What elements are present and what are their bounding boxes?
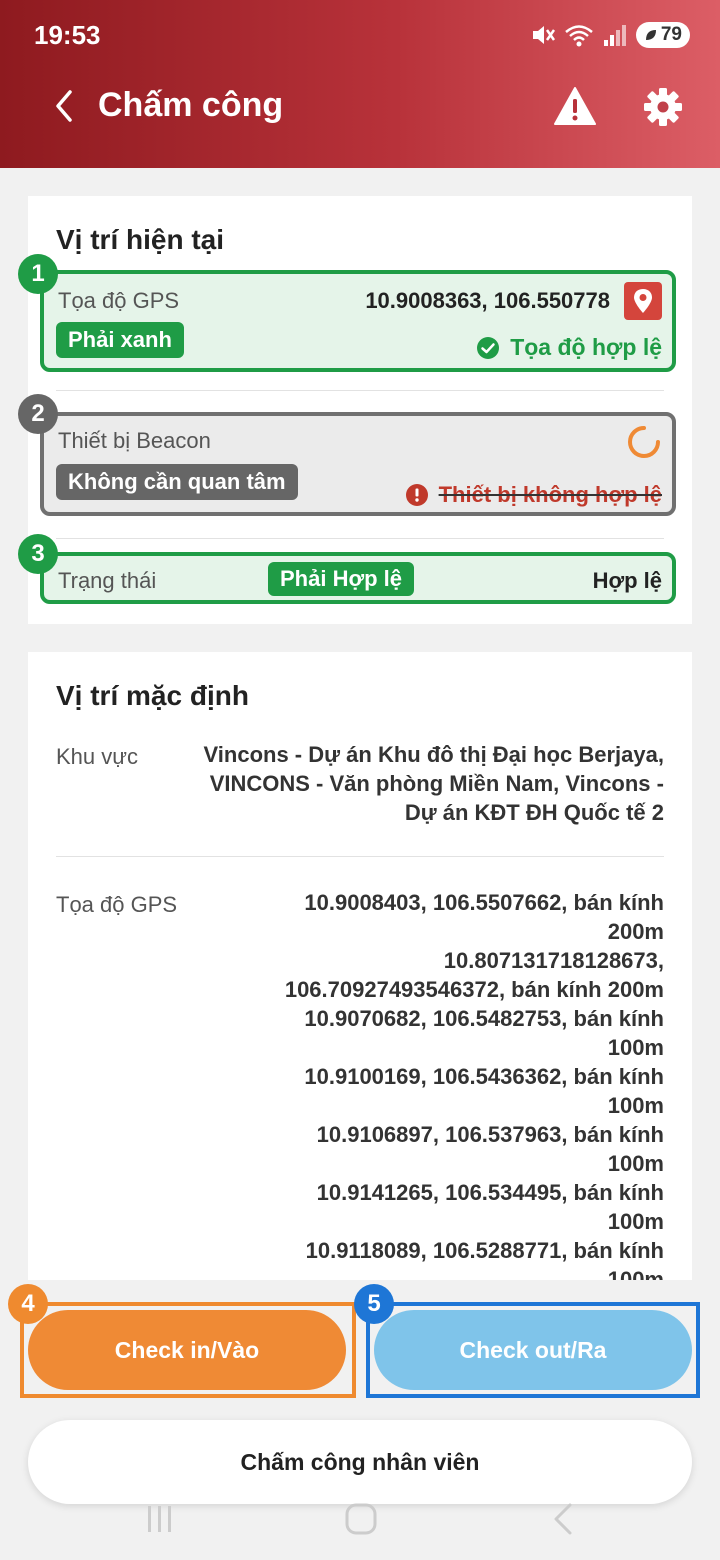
current-location-title: Vị trí hiện tại — [56, 224, 225, 255]
area-line: Vincons - Dự án Khu đô thị Đại học Berja… — [203, 742, 665, 767]
divider — [56, 390, 664, 391]
gps-status: Tọa độ hợp lệ — [476, 334, 662, 361]
state-value: Hợp lệ — [592, 568, 662, 593]
gps-line: 10.9008403, 106.5507662, bán kính — [304, 890, 664, 915]
current-location-card: Vị trí hiện tại Tọa độ GPS 10.9008363, 1… — [18, 196, 692, 624]
nav-back-icon[interactable] — [548, 1502, 578, 1536]
status-bar: 19:53 79 — [0, 0, 720, 70]
default-gps-list: 10.9008403, 106.5507662, bán kính 200m 1… — [285, 888, 664, 1294]
state-label: Trạng thái — [58, 568, 157, 593]
gear-icon[interactable] — [642, 86, 684, 128]
status-icons: 79 — [530, 20, 690, 50]
default-location-title: Vị trí mặc định — [56, 680, 249, 711]
warning-icon[interactable] — [554, 86, 596, 126]
gps-line: 10.9100169, 106.5436362, bán kính — [304, 1064, 664, 1089]
gps-line: 106.70927493546372, bán kính 200m — [284, 977, 664, 1002]
leaf-icon — [645, 30, 656, 40]
mute-icon — [532, 26, 555, 44]
area-label: Khu vực — [56, 744, 138, 769]
area-line: Dự án KĐT ĐH Quốc tế 2 — [404, 800, 664, 825]
gps-label: Tọa độ GPS — [58, 288, 180, 313]
state-requirement-badge: Phải Hợp lệ — [268, 562, 414, 596]
area-line: VINCONS - Văn phòng Miền Nam, Vincons - — [209, 771, 664, 796]
app-header: 19:53 79 Chấm công — [0, 0, 720, 168]
gps-line: 10.9106897, 106.537963, bán kính — [316, 1122, 664, 1147]
state-box: Trạng thái Phải Hợp lệ Hợp lệ — [40, 552, 676, 604]
default-gps-label: Tọa độ GPS — [56, 892, 178, 917]
beacon-label: Thiết bị Beacon — [58, 428, 211, 453]
gps-line: 10.9070682, 106.5482753, bán kính — [304, 1006, 664, 1031]
error-circle-icon — [405, 484, 428, 506]
gps-line: 100m — [607, 1093, 664, 1118]
divider — [56, 856, 664, 857]
status-time: 19:53 — [34, 20, 101, 50]
gps-line: 100m — [607, 1151, 664, 1176]
beacon-box: Thiết bị Beacon Không cần quan tâm Thiết… — [40, 412, 676, 516]
gps-coords: 10.9008363, 106.550778 — [365, 288, 610, 313]
area-value: Vincons - Dự án Khu đô thị Đại học Berja… — [204, 740, 665, 827]
recent-apps-icon[interactable] — [144, 1504, 176, 1534]
gps-line: 100m — [607, 1035, 664, 1060]
gps-box: Tọa độ GPS 10.9008363, 106.550778 Phải x… — [40, 270, 676, 372]
check-circle-icon — [477, 336, 500, 359]
beacon-status: Thiết bị không hợp lệ — [405, 482, 662, 508]
loading-spinner-icon — [628, 426, 660, 458]
annotation-1: 1 — [18, 254, 58, 294]
home-icon[interactable] — [344, 1502, 378, 1536]
checkin-button[interactable]: Check in/Vào — [28, 1310, 346, 1390]
beacon-status-text: Thiết bị không hợp lệ — [438, 482, 662, 507]
beacon-requirement-badge: Không cần quan tâm — [56, 464, 298, 500]
employee-timekeeping-button[interactable]: Chấm công nhân viên — [28, 1420, 692, 1504]
system-nav-bar — [0, 1500, 720, 1540]
divider — [56, 538, 664, 539]
gps-line: 200m — [607, 919, 664, 944]
gps-line: 10.9141265, 106.534495, bán kính — [316, 1180, 664, 1205]
battery-indicator: 79 — [635, 22, 690, 48]
gps-line: 100m — [607, 1209, 664, 1234]
page-title: Chấm công — [98, 86, 284, 124]
gps-line: 10.807131718128673, — [443, 948, 664, 973]
map-pin-icon[interactable] — [624, 282, 662, 320]
wifi-icon — [565, 25, 593, 47]
gps-requirement-badge: Phải xanh — [56, 322, 184, 358]
checkout-button[interactable]: Check out/Ra — [374, 1310, 692, 1390]
annotation-2: 2 — [18, 394, 58, 434]
gps-line: 10.9118089, 106.5288771, bán kính — [305, 1238, 664, 1263]
signal-icon — [603, 25, 626, 46]
gps-status-text: Tọa độ hợp lệ — [510, 334, 662, 360]
back-arrow-icon[interactable] — [46, 86, 86, 126]
default-location-card: Vị trí mặc định Khu vực Vincons - Dự án … — [28, 652, 692, 1312]
battery-level: 79 — [660, 24, 682, 45]
annotation-3: 3 — [18, 534, 58, 574]
